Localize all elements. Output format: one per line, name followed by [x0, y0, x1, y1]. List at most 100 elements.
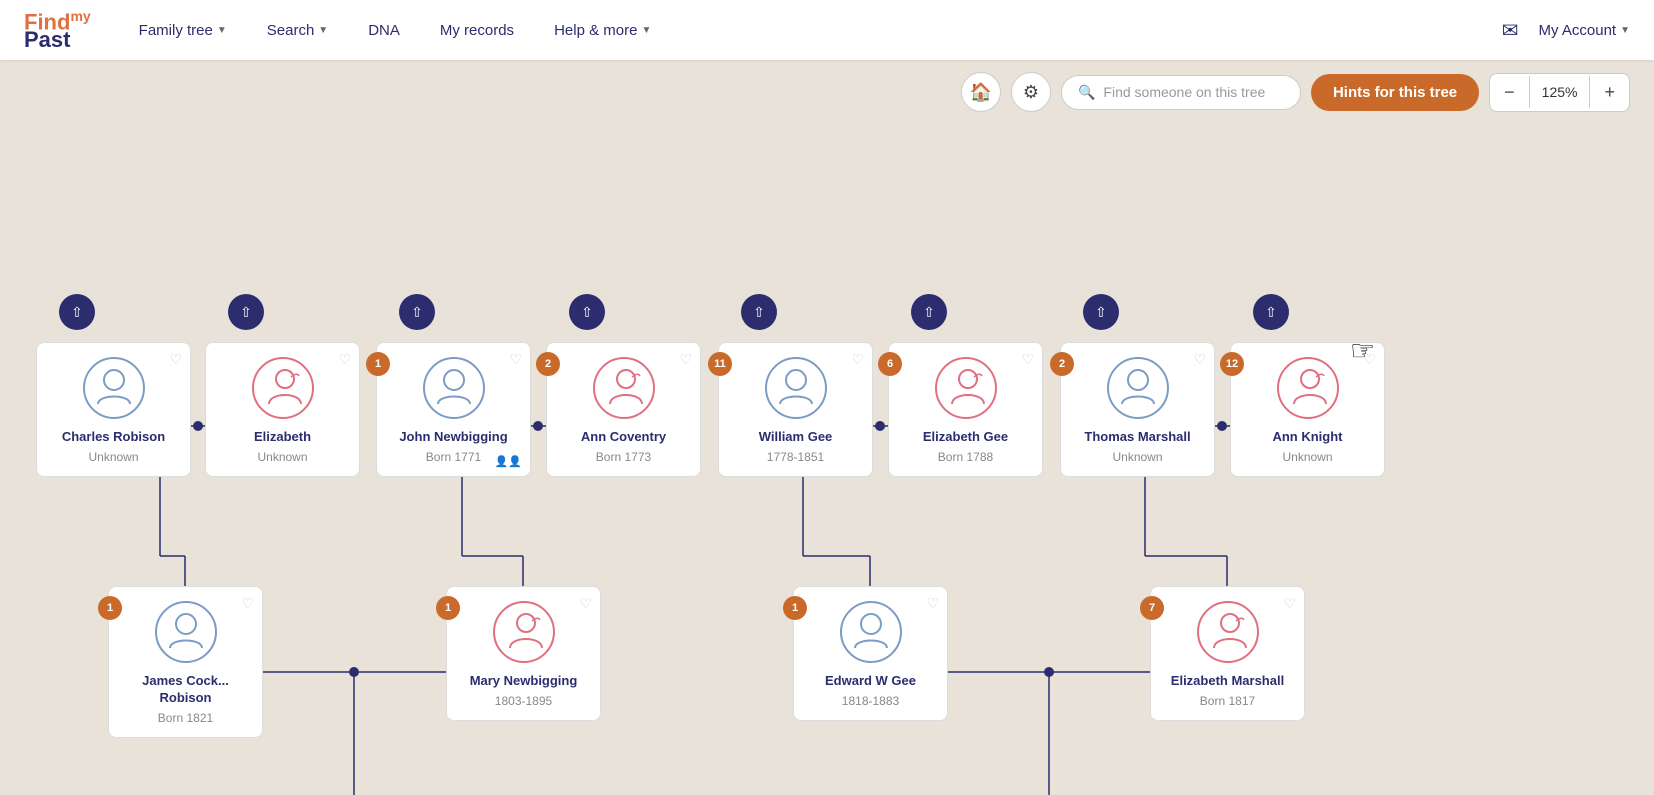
hint-badge-james[interactable]: 1: [98, 596, 122, 620]
heart-icon[interactable]: ♡: [579, 595, 592, 612]
heart-icon[interactable]: ♡: [926, 595, 939, 612]
heart-icon[interactable]: ♡: [241, 595, 254, 612]
chevron-down-icon: ▼: [217, 25, 227, 36]
hint-badge-edward[interactable]: 1: [783, 596, 807, 620]
toolbar: 🏠 ⚙ 🔍 Find someone on this tree Hints fo…: [0, 60, 1654, 124]
person-dates-thomas: Unknown: [1112, 450, 1162, 464]
person-card-charles[interactable]: Charles Robison Unknown ♡: [36, 342, 191, 477]
hints-button[interactable]: Hints for this tree: [1311, 74, 1479, 111]
nav-right: ✉ My Account ▼: [1498, 14, 1630, 47]
person-card-edward[interactable]: Edward W Gee 1818-1883 ♡: [793, 586, 948, 721]
heart-icon[interactable]: ♡: [1363, 351, 1376, 368]
heart-icon[interactable]: ♡: [1283, 595, 1296, 612]
zoom-controls: − 125% +: [1489, 73, 1630, 112]
hint-badge-thomas[interactable]: 2: [1050, 352, 1074, 376]
person-dates-edward: 1818-1883: [842, 694, 899, 708]
nav-my-records[interactable]: My records: [424, 14, 530, 47]
settings-button[interactable]: ⚙: [1011, 72, 1051, 112]
up-arrow-william[interactable]: ⇧: [741, 294, 777, 330]
hint-badge-mary[interactable]: 1: [436, 596, 460, 620]
person-name-john: John Newbigging: [399, 429, 507, 446]
nav-help[interactable]: Help & more ▼: [538, 14, 667, 47]
hint-badge-elizabeth_m[interactable]: 7: [1140, 596, 1164, 620]
person-name-ann_k: Ann Knight: [1272, 429, 1342, 446]
person-name-thomas: Thomas Marshall: [1084, 429, 1190, 446]
person-card-john[interactable]: John Newbigging Born 1771 ♡ 👤👤: [376, 342, 531, 477]
home-button[interactable]: 🏠: [961, 72, 1001, 112]
person-name-charles: Charles Robison: [62, 429, 165, 446]
hint-badge-william[interactable]: 11: [708, 352, 732, 376]
person-name-william: William Gee: [759, 429, 833, 446]
person-name-james: James Cock... Robison: [121, 673, 250, 707]
male-avatar: [840, 601, 902, 663]
person-dates-mary: 1803-1895: [495, 694, 552, 708]
female-avatar: [593, 357, 655, 419]
person-name-elizabeth_g: Elizabeth Gee: [923, 429, 1008, 446]
zoom-in-button[interactable]: +: [1590, 74, 1629, 111]
person-card-thomas[interactable]: Thomas Marshall Unknown ♡: [1060, 342, 1215, 477]
heart-icon[interactable]: ♡: [1021, 351, 1034, 368]
heart-icon[interactable]: ♡: [509, 351, 522, 368]
person-name-edward: Edward W Gee: [825, 673, 916, 690]
up-arrow-elizabeth_r[interactable]: ⇧: [228, 294, 264, 330]
male-avatar: [1107, 357, 1169, 419]
zoom-out-button[interactable]: −: [1490, 74, 1529, 111]
hint-badge-ann_k[interactable]: 12: [1220, 352, 1244, 376]
logo-past: Past: [24, 29, 91, 51]
person-dates-elizabeth_m: Born 1817: [1200, 694, 1255, 708]
hint-badge-john[interactable]: 1: [366, 352, 390, 376]
person-name-elizabeth_m: Elizabeth Marshall: [1171, 673, 1284, 690]
person-dates-john: Born 1771: [426, 450, 481, 464]
up-arrow-elizabeth_g[interactable]: ⇧: [911, 294, 947, 330]
person-card-mary[interactable]: Mary Newbigging 1803-1895 ♡: [446, 586, 601, 721]
messages-icon[interactable]: ✉: [1498, 14, 1523, 47]
female-avatar: [1197, 601, 1259, 663]
heart-icon[interactable]: ♡: [1193, 351, 1206, 368]
person-dates-charles: Unknown: [88, 450, 138, 464]
person-dates-william: 1778-1851: [767, 450, 824, 464]
up-arrow-ann_c[interactable]: ⇧: [569, 294, 605, 330]
female-avatar: [1277, 357, 1339, 419]
navbar: Findmy Past Family tree ▼ Search ▼ DNA M…: [0, 0, 1654, 60]
person-card-james[interactable]: James Cock... Robison Born 1821 ♡: [108, 586, 263, 738]
person-card-william[interactable]: William Gee 1778-1851 ♡: [718, 342, 873, 477]
person-dates-elizabeth_g: Born 1788: [938, 450, 993, 464]
hint-badge-ann_c[interactable]: 2: [536, 352, 560, 376]
heart-icon[interactable]: ♡: [679, 351, 692, 368]
person-card-ann_c[interactable]: Ann Coventry Born 1773 ♡: [546, 342, 701, 477]
heart-icon[interactable]: ♡: [169, 351, 182, 368]
person-card-elizabeth_g[interactable]: Elizabeth Gee Born 1788 ♡: [888, 342, 1043, 477]
male-avatar: [423, 357, 485, 419]
tree-area: ⇧ Charles RobisonUnknown♡⇧ ElizabethUnkn…: [0, 124, 1654, 795]
up-arrow-john[interactable]: ⇧: [399, 294, 435, 330]
logo[interactable]: Findmy Past: [24, 9, 91, 51]
chevron-down-icon: ▼: [1620, 25, 1630, 36]
male-avatar: [155, 601, 217, 663]
person-dates-ann_k: Unknown: [1282, 450, 1332, 464]
family-link-icon[interactable]: 👤👤: [495, 455, 522, 468]
up-arrow-ann_k[interactable]: ⇧: [1253, 294, 1289, 330]
nav-dna[interactable]: DNA: [352, 14, 416, 47]
up-arrow-thomas[interactable]: ⇧: [1083, 294, 1119, 330]
nav-items: Family tree ▼ Search ▼ DNA My records He…: [123, 14, 1498, 47]
nav-family-tree[interactable]: Family tree ▼: [123, 14, 243, 47]
person-name-mary: Mary Newbigging: [470, 673, 578, 690]
hint-badge-elizabeth_g[interactable]: 6: [878, 352, 902, 376]
person-dates-ann_c: Born 1773: [596, 450, 651, 464]
person-dates-james: Born 1821: [158, 711, 213, 725]
person-card-ann_k[interactable]: Ann Knight Unknown ♡: [1230, 342, 1385, 477]
person-card-elizabeth_r[interactable]: ElizabethUnknown♡: [205, 342, 360, 477]
heart-icon[interactable]: ♡: [851, 351, 864, 368]
heart-icon[interactable]: ♡: [338, 351, 351, 368]
female-avatar: [493, 601, 555, 663]
person-name-ann_c: Ann Coventry: [581, 429, 666, 446]
person-dates-elizabeth_r: Unknown: [257, 450, 307, 464]
up-arrow-charles[interactable]: ⇧: [59, 294, 95, 330]
chevron-down-icon: ▼: [318, 25, 328, 36]
nav-search[interactable]: Search ▼: [251, 14, 344, 47]
person-card-elizabeth_m[interactable]: Elizabeth Marshall Born 1817 ♡: [1150, 586, 1305, 721]
zoom-level: 125%: [1529, 76, 1591, 108]
chevron-down-icon: ▼: [641, 25, 651, 36]
find-person-search[interactable]: 🔍 Find someone on this tree: [1061, 75, 1301, 110]
account-menu[interactable]: My Account ▼: [1539, 22, 1630, 39]
